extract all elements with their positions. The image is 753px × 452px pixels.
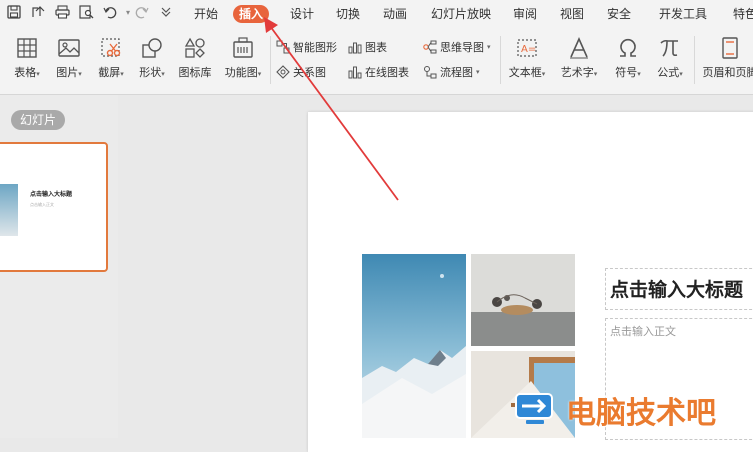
watermark-text: 电脑技术吧	[566, 388, 716, 432]
annotation-arrow	[0, 0, 753, 438]
watermark-logo-icon	[514, 390, 558, 428]
